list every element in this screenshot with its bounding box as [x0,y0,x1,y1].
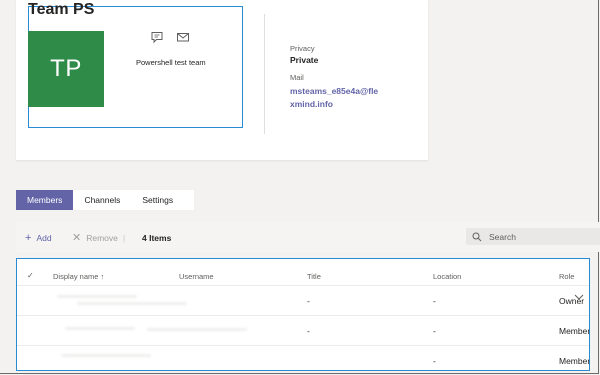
tab-channels[interactable]: Channels [73,190,131,210]
table-header: ✓ Display name ↑ Username Title Location… [17,259,589,284]
col-username[interactable]: Username [179,272,214,281]
col-title[interactable]: Title [307,272,321,281]
redacted-username [77,302,187,305]
table-row[interactable]: - - Member [17,315,589,345]
select-all-checkbox[interactable]: ✓ [27,271,34,280]
cell-location: - [433,296,436,306]
add-member-button[interactable]: + Add [25,232,52,244]
plus-icon: + [25,232,32,244]
cell-location: - [433,356,436,366]
chat-icon[interactable] [150,30,164,44]
privacy-value: Private [290,55,319,65]
sort-ascending-icon: ↑ [100,272,105,281]
members-table: ✓ Display name ↑ Username Title Location… [16,258,590,371]
team-name: Team PS [28,1,95,18]
col-role[interactable]: Role [559,272,574,281]
add-label: Add [36,233,52,243]
chevron-down-icon[interactable] [574,293,584,301]
team-avatar: TP [28,31,104,107]
remove-member-button[interactable]: ✕ Remove [72,232,118,244]
cell-role[interactable]: Member [559,326,589,336]
remove-label: Remove [86,233,118,243]
table-row[interactable]: - - Owner [17,285,589,315]
search-box[interactable] [466,228,600,245]
tab-members[interactable]: Members [16,190,74,210]
search-icon [472,232,482,241]
team-initials: TP [50,55,82,82]
redacted-name [65,327,135,330]
cell-location: - [433,326,436,336]
mail-label: Mail [290,73,304,82]
mail-link[interactable]: msteams_e85e4a@flexmind.info [290,85,380,110]
cell-title: - [307,326,310,336]
cell-role[interactable]: Member [559,356,589,366]
redacted-username [147,328,247,331]
members-toolbar: + Add ✕ Remove | 4 Items [16,222,600,252]
table-row[interactable]: - Member [17,345,589,370]
mail-icon[interactable] [176,30,190,44]
card-divider [264,14,265,134]
team-description: Powershell test team [136,58,206,67]
col-location[interactable]: Location [433,272,461,281]
search-input[interactable] [489,231,589,242]
team-card: Team PS TP Powershell test team Privacy … [16,0,428,160]
redacted-name [57,295,137,298]
col-display-name[interactable]: Display name ↑ [53,272,104,281]
item-count: 4 Items [142,233,172,243]
redacted-name [61,354,151,357]
cell-title: - [307,296,310,306]
tab-bar: Members Channels Settings [16,190,194,210]
close-icon: ✕ [72,232,82,244]
privacy-label: Privacy [290,44,315,53]
toolbar-separator: | [123,233,126,243]
tab-settings[interactable]: Settings [131,190,184,210]
